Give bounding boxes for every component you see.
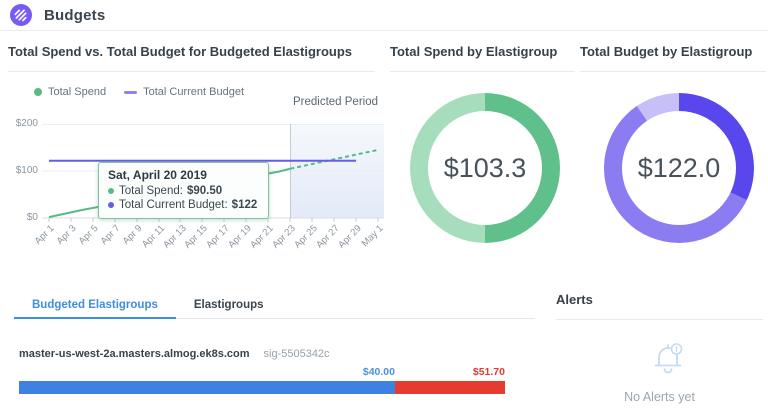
green-dot-icon bbox=[34, 88, 42, 96]
divider bbox=[580, 71, 766, 72]
page-title: Budgets bbox=[44, 7, 105, 24]
tooltip-spend-value: $90.50 bbox=[187, 184, 222, 198]
budget-amount-label: $40.00 bbox=[363, 366, 395, 378]
legend-total-current-budget[interactable]: Total Current Budget bbox=[124, 86, 244, 98]
total-spend-donut-chart[interactable]: $103.3 bbox=[410, 93, 560, 243]
purple-bullet-icon bbox=[108, 202, 114, 208]
legend-total-spend[interactable]: Total Spend bbox=[34, 86, 106, 98]
total-spend-value: $103.3 bbox=[410, 93, 560, 243]
legend-label: Total Current Budget bbox=[143, 86, 244, 98]
tab-budgeted-elastigroups[interactable]: Budgeted Elastigroups bbox=[14, 293, 176, 319]
elastigroup-row[interactable]: master-us-west-2a.masters.almog.ek8s.com… bbox=[19, 348, 330, 360]
x-tick: Apr 11 bbox=[140, 223, 167, 250]
bell-icon bbox=[648, 336, 688, 380]
y-tick-100: $100 bbox=[0, 165, 38, 177]
x-tick: Apr 13 bbox=[161, 223, 189, 251]
purple-dash-icon bbox=[124, 91, 137, 94]
overspend-bar-segment bbox=[395, 381, 505, 394]
x-tick: Apr 19 bbox=[226, 223, 254, 251]
budgets-dashboard: Budgets Total Spend vs. Total Budget for… bbox=[0, 0, 768, 414]
y-tick-200: $200 bbox=[0, 118, 38, 130]
x-tick: Apr 3 bbox=[55, 223, 79, 247]
tab-elastigroups[interactable]: Elastigroups bbox=[176, 293, 282, 318]
alerts-title: Alerts bbox=[556, 292, 593, 307]
chart-legend: Total Spend Total Current Budget bbox=[34, 86, 244, 98]
tooltip-budget-value: $122 bbox=[232, 198, 258, 212]
x-tick: Apr 1 bbox=[33, 223, 57, 247]
x-tick: Apr 23 bbox=[270, 223, 298, 251]
divider bbox=[8, 71, 375, 72]
legend-label: Total Spend bbox=[48, 86, 106, 98]
x-tick: Apr 7 bbox=[99, 223, 123, 247]
chart-tooltip: Sat, April 20 2019 Total Spend: $90.50 T… bbox=[98, 162, 269, 219]
x-tick: Apr 27 bbox=[314, 223, 342, 251]
total-budget-donut-chart[interactable]: $122.0 bbox=[604, 93, 754, 243]
tooltip-budget-label: Total Current Budget: bbox=[119, 198, 228, 212]
elastigroups-tabs: Budgeted Elastigroups Elastigroups bbox=[14, 293, 535, 319]
green-bullet-icon bbox=[108, 188, 114, 194]
no-alerts-text: No Alerts yet bbox=[556, 390, 763, 404]
budget-bar-segment bbox=[19, 381, 395, 394]
app-header: Budgets bbox=[0, 0, 768, 31]
x-tick: Apr 15 bbox=[182, 223, 210, 251]
total-budget-value: $122.0 bbox=[604, 93, 754, 243]
predicted-period-label: Predicted Period bbox=[293, 96, 378, 108]
divider bbox=[556, 319, 763, 320]
y-tick-0: $0 bbox=[0, 212, 38, 224]
elastigroup-name[interactable]: master-us-west-2a.masters.almog.ek8s.com bbox=[19, 348, 250, 360]
x-tick: Apr 29 bbox=[336, 223, 364, 251]
tooltip-date: Sat, April 20 2019 bbox=[108, 168, 257, 182]
x-tick: May 1 bbox=[360, 223, 386, 249]
spend-vs-budget-title: Total Spend vs. Total Budget for Budgete… bbox=[8, 44, 352, 59]
x-tick: Apr 21 bbox=[248, 223, 276, 251]
x-tick: Apr 25 bbox=[292, 223, 320, 251]
tooltip-budget-row: Total Current Budget: $122 bbox=[108, 198, 257, 212]
budget-progress-bar bbox=[19, 381, 505, 394]
elastigroup-sig-id: sig-5505342c bbox=[264, 348, 330, 360]
spotinst-logo-icon[interactable] bbox=[10, 4, 32, 26]
spend-donut-title: Total Spend by Elastigroup bbox=[390, 44, 557, 59]
x-tick: Apr 5 bbox=[77, 223, 101, 247]
budget-bar-labels: $40.00 $51.70 bbox=[19, 366, 505, 378]
x-tick: Apr 17 bbox=[204, 223, 232, 251]
budget-donut-title: Total Budget by Elastigroup bbox=[580, 44, 752, 59]
spend-amount-label: $51.70 bbox=[473, 366, 505, 378]
tooltip-spend-label: Total Spend: bbox=[119, 184, 183, 198]
tooltip-spend-row: Total Spend: $90.50 bbox=[108, 184, 257, 198]
divider bbox=[390, 71, 575, 72]
